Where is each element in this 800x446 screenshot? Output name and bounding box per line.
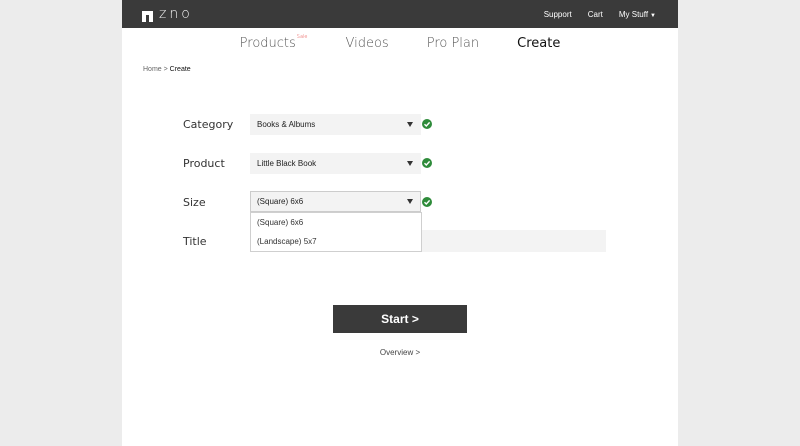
my-stuff-label: My Stuff [618, 9, 649, 19]
nav-create[interactable]: Create [517, 36, 560, 58]
cart-link[interactable]: Cart [588, 10, 603, 19]
dropdown-arrow-icon [407, 122, 413, 127]
category-label: Category [183, 118, 234, 131]
dropdown-arrow-icon [407, 161, 413, 166]
nav-products[interactable]: ProductsSale [239, 34, 308, 58]
top-links: Support Cart My Stuff ▼ [544, 0, 656, 28]
overview-link: Overview > [122, 348, 678, 357]
breadcrumb: Home > Create [143, 66, 191, 73]
breadcrumb-separator: > [161, 66, 170, 73]
zno-logo[interactable]: ZNO [142, 6, 193, 22]
nav-products-label: Products [239, 36, 296, 51]
product-label: Product [183, 157, 225, 170]
page-container: ZNO Support Cart My Stuff ▼ ProductsSale … [122, 0, 678, 446]
caret-down-icon: ▼ [650, 12, 656, 19]
dropdown-arrow-icon [407, 199, 413, 204]
my-stuff-menu[interactable]: My Stuff ▼ [619, 10, 656, 19]
category-select[interactable]: Books & Albums [250, 114, 421, 135]
size-select[interactable]: (Square) 6x6 [250, 191, 421, 212]
main-nav: ProductsSale Videos Pro Plan Create [122, 34, 678, 58]
check-circle-icon [422, 158, 432, 168]
title-label: Title [183, 235, 207, 248]
size-option[interactable]: (Square) 6x6 [251, 213, 421, 232]
nav-pro-plan[interactable]: Pro Plan [427, 36, 479, 58]
start-button[interactable]: Start > [333, 305, 467, 333]
zno-logo-text: ZNO [159, 6, 193, 22]
check-circle-icon [422, 119, 432, 129]
size-dropdown-list: (Square) 6x6 (Landscape) 5x7 [250, 212, 422, 252]
overview-link-text[interactable]: Overview > [380, 348, 420, 357]
size-label: Size [183, 196, 206, 209]
size-value: (Square) 6x6 [257, 197, 304, 206]
check-circle-icon [422, 197, 432, 207]
sale-badge: Sale [296, 34, 308, 40]
product-value: Little Black Book [257, 159, 317, 168]
support-link[interactable]: Support [544, 10, 572, 19]
breadcrumb-current: Create [169, 66, 191, 73]
breadcrumb-home[interactable]: Home [143, 66, 162, 73]
top-bar: ZNO Support Cart My Stuff ▼ [122, 0, 678, 28]
size-option[interactable]: (Landscape) 5x7 [251, 232, 421, 251]
category-value: Books & Albums [257, 120, 316, 129]
zno-logo-icon [142, 9, 153, 22]
nav-videos[interactable]: Videos [346, 36, 389, 58]
product-select[interactable]: Little Black Book [250, 153, 421, 174]
